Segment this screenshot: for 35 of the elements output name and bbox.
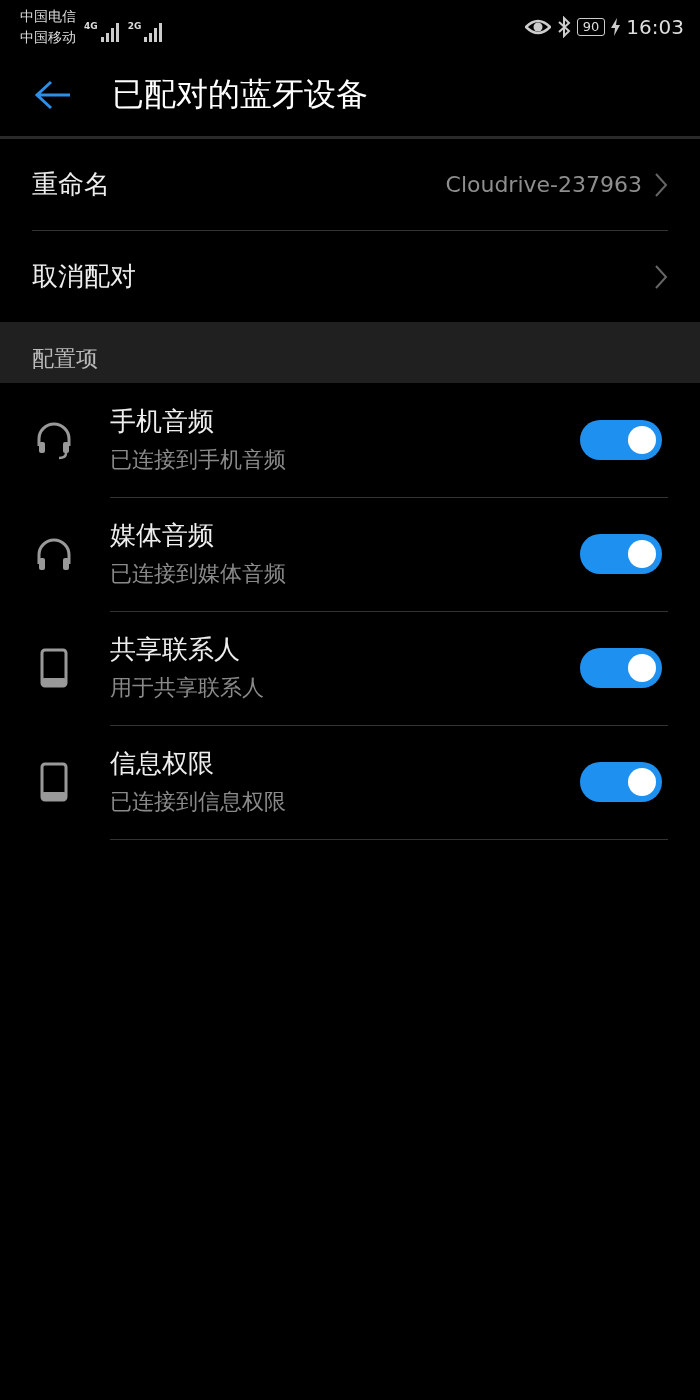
profile-status: 用于共享联系人 — [110, 674, 265, 702]
toggle-switch[interactable] — [580, 761, 662, 802]
network-type: 2G — [127, 21, 142, 31]
headset-icon — [35, 420, 73, 460]
toggle-switch[interactable] — [580, 419, 662, 460]
chevron-right-icon — [654, 263, 668, 290]
section-title: 配置项 — [32, 344, 98, 373]
back-arrow-icon — [34, 79, 72, 111]
back-button[interactable] — [34, 79, 72, 111]
clock-time: 16:03 — [626, 15, 684, 39]
row-label: 取消配对 — [32, 260, 137, 293]
profile-title: 手机音频 — [110, 405, 215, 438]
page-title: 已配对的蓝牙设备 — [112, 74, 368, 115]
eye-icon — [524, 17, 551, 37]
headphones-icon — [35, 536, 73, 572]
row-label: 重命名 — [32, 168, 111, 201]
phone-icon — [40, 762, 68, 802]
settings-row[interactable]: 重命名 Cloudrive-237963 — [32, 139, 668, 230]
profile-title: 信息权限 — [110, 747, 215, 780]
device-name: Cloudrive-237963 — [445, 172, 642, 197]
profile-status: 已连接到手机音频 — [110, 446, 287, 474]
signal-icon — [99, 21, 122, 43]
profile-status: 已连接到媒体音频 — [110, 560, 287, 588]
profile-title: 媒体音频 — [110, 519, 215, 552]
carrier-name: 中国电信 — [20, 7, 76, 26]
network-type: 4G — [84, 21, 98, 31]
profile-status: 已连接到信息权限 — [110, 788, 287, 816]
profile-title: 共享联系人 — [110, 633, 241, 666]
bluetooth-icon — [556, 16, 571, 38]
toggle-switch[interactable] — [580, 647, 662, 688]
chevron-right-icon — [654, 171, 668, 198]
carrier-name: 中国移动 — [20, 28, 76, 47]
battery-level: 90 — [576, 18, 606, 36]
toggle-switch[interactable] — [580, 533, 662, 574]
phone-icon — [40, 648, 68, 688]
